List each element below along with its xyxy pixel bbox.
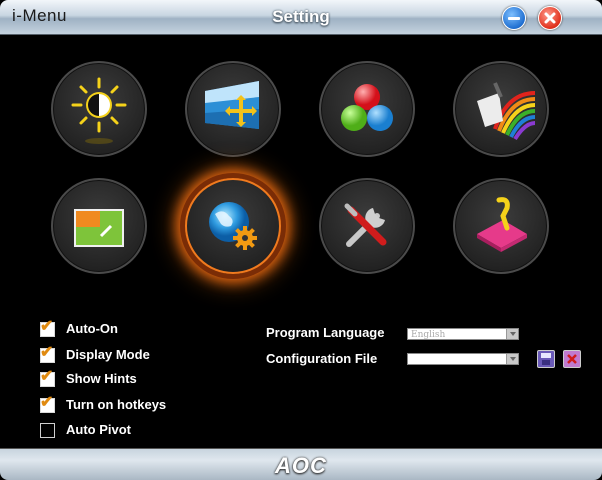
menu-area xyxy=(4,35,598,448)
exit-icon[interactable] xyxy=(453,178,549,274)
delete-icon[interactable] xyxy=(563,350,581,368)
configuration-file-label: Configuration File xyxy=(266,351,378,366)
image-setup-icon[interactable] xyxy=(185,61,281,157)
program-language-label: Program Language xyxy=(266,325,385,340)
option-label: Show Hints xyxy=(66,371,137,386)
option-label: Auto Pivot xyxy=(66,422,131,437)
program-language-select[interactable]: English xyxy=(407,328,519,340)
configuration-file-select[interactable] xyxy=(407,353,519,365)
close-icon[interactable] xyxy=(538,6,562,30)
imenu-window: i-Menu Setting ✔ Auto-On ✔ Display Mode … xyxy=(0,0,602,480)
picture-boost-icon[interactable] xyxy=(453,61,549,157)
option-label: Display Mode xyxy=(66,347,150,362)
brightness-contrast-icon[interactable] xyxy=(51,61,147,157)
minimize-icon[interactable] xyxy=(502,6,526,30)
aoc-logo: AOC xyxy=(275,453,327,478)
turn-on-hotkeys-checkbox[interactable]: ✔ xyxy=(40,395,55,413)
option-label: Turn on hotkeys xyxy=(66,397,167,412)
display-mode-checkbox[interactable]: ✔ xyxy=(40,345,55,363)
footer-bar: AOC xyxy=(0,448,602,480)
tools-icon[interactable] xyxy=(319,178,415,274)
save-icon[interactable] xyxy=(537,350,555,368)
program-language-value: English xyxy=(411,330,446,340)
option-label: Auto-On xyxy=(66,321,118,336)
auto-pivot-checkbox[interactable] xyxy=(40,423,55,438)
chevron-down-icon[interactable] xyxy=(506,354,518,364)
chevron-down-icon[interactable] xyxy=(506,329,518,339)
osd-setup-icon[interactable] xyxy=(51,178,147,274)
title-bar[interactable]: i-Menu Setting xyxy=(0,0,602,35)
color-rgb-icon[interactable] xyxy=(319,61,415,157)
show-hints-checkbox[interactable]: ✔ xyxy=(40,369,55,387)
auto-on-checkbox[interactable]: ✔ xyxy=(40,319,55,337)
settings-globe-icon[interactable] xyxy=(185,178,281,274)
